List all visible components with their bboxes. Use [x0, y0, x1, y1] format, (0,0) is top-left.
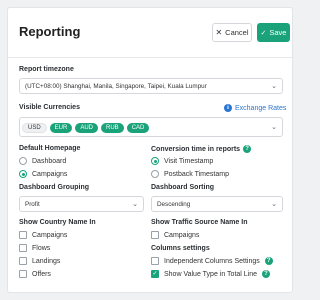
reporting-panel: Reporting ✕ Cancel ✓ Save Report timezon… — [7, 7, 294, 293]
dashboard-sorting-label: Dashboard Sorting — [151, 184, 215, 191]
option-label: Independent Columns Settings — [164, 257, 260, 265]
dashboard-sorting-select[interactable]: Descending ⌄ — [151, 196, 283, 212]
panel-header: Reporting ✕ Cancel ✓ Save — [8, 8, 294, 58]
chevron-down-icon: ⌄ — [271, 201, 277, 208]
homepage-option-dashboard[interactable]: Dashboard — [19, 157, 66, 165]
timezone-select[interactable]: (UTC+08:00) Shanghai, Manila, Singapore,… — [19, 78, 283, 94]
radio-button-selected[interactable] — [151, 157, 159, 165]
info-icon: i — [224, 104, 232, 112]
conversion-time-label: Conversion time in reports ? — [151, 145, 252, 153]
homepage-option-campaigns[interactable]: Campaigns — [19, 170, 67, 178]
traffic-source-label: Show Traffic Source Name In — [151, 219, 248, 226]
conversion-option-postback[interactable]: Postback Timestamp — [151, 170, 229, 178]
columns-settings-label: Columns settings — [151, 245, 210, 252]
checkbox[interactable] — [19, 231, 27, 239]
currency-chip-rub[interactable]: RUB — [101, 123, 124, 133]
traffic-option-campaigns[interactable]: Campaigns — [151, 231, 199, 239]
chevron-down-icon: ⌄ — [132, 201, 138, 208]
currency-chip-usd[interactable]: USD — [22, 123, 47, 133]
option-label: Campaigns — [164, 231, 200, 239]
option-label: Landings — [32, 257, 61, 265]
radio-button[interactable] — [151, 170, 159, 178]
currency-chip-aud[interactable]: AUD — [75, 123, 99, 133]
columns-option-value-type[interactable]: ✓ Show Value Type in Total Line ? — [151, 270, 271, 278]
radio-button-selected[interactable] — [19, 170, 27, 178]
checkbox[interactable] — [19, 257, 27, 265]
checkbox-checked[interactable]: ✓ — [151, 270, 159, 278]
option-label: Flows — [32, 244, 51, 252]
option-label: Offers — [32, 270, 51, 278]
country-option-offers[interactable]: Offers — [19, 270, 51, 278]
country-name-label: Show Country Name In — [19, 219, 96, 226]
cancel-button[interactable]: ✕ Cancel — [212, 23, 252, 42]
currencies-label: Visible Currencies — [19, 104, 80, 111]
check-icon: ✓ — [260, 29, 267, 37]
chevron-down-icon: ⌄ — [271, 83, 277, 90]
help-icon[interactable]: ? — [243, 145, 252, 153]
country-option-landings[interactable]: Landings — [19, 257, 60, 265]
option-label: Postback Timestamp — [164, 170, 229, 178]
grouping-value: Profit — [25, 200, 40, 208]
checkbox[interactable] — [151, 257, 159, 265]
conversion-time-text: Conversion time in reports — [151, 145, 241, 153]
country-option-campaigns[interactable]: Campaigns — [19, 231, 67, 239]
timezone-value: (UTC+08:00) Shanghai, Manila, Singapore,… — [25, 82, 207, 90]
page-title: Reporting — [19, 24, 81, 39]
timezone-label: Report timezone — [19, 66, 74, 73]
close-icon: ✕ — [215, 28, 223, 37]
option-label: Show Value Type in Total Line — [164, 270, 258, 278]
chevron-down-icon: ⌄ — [271, 124, 277, 131]
currency-chips: USD EUR AUD RUB CAD — [22, 123, 150, 133]
cancel-label: Cancel — [225, 28, 249, 37]
checkbox[interactable] — [19, 244, 27, 252]
conversion-option-visit[interactable]: Visit Timestamp — [151, 157, 213, 165]
checkbox[interactable] — [151, 231, 159, 239]
option-label: Dashboard — [32, 157, 67, 165]
help-icon[interactable]: ? — [262, 270, 271, 278]
option-label: Campaigns — [32, 170, 68, 178]
columns-option-independent[interactable]: Independent Columns Settings ? — [151, 257, 273, 265]
radio-button[interactable] — [19, 157, 27, 165]
save-button[interactable]: ✓ Save — [257, 23, 290, 42]
default-homepage-label: Default Homepage — [19, 145, 81, 152]
option-label: Campaigns — [32, 231, 68, 239]
currency-chip-cad[interactable]: CAD — [126, 123, 150, 133]
currency-chip-eur[interactable]: EUR — [49, 123, 73, 133]
help-icon[interactable]: ? — [264, 257, 273, 265]
option-label: Visit Timestamp — [164, 157, 214, 165]
country-option-flows[interactable]: Flows — [19, 244, 50, 252]
exchange-rates-link[interactable]: i Exchange Rates — [224, 104, 286, 112]
checkbox[interactable] — [19, 270, 27, 278]
exchange-rates-label: Exchange Rates — [235, 104, 287, 112]
dashboard-grouping-label: Dashboard Grouping — [19, 184, 89, 191]
dashboard-grouping-select[interactable]: Profit ⌄ — [19, 196, 144, 212]
save-label: Save — [269, 28, 287, 37]
sorting-value: Descending — [157, 200, 191, 208]
